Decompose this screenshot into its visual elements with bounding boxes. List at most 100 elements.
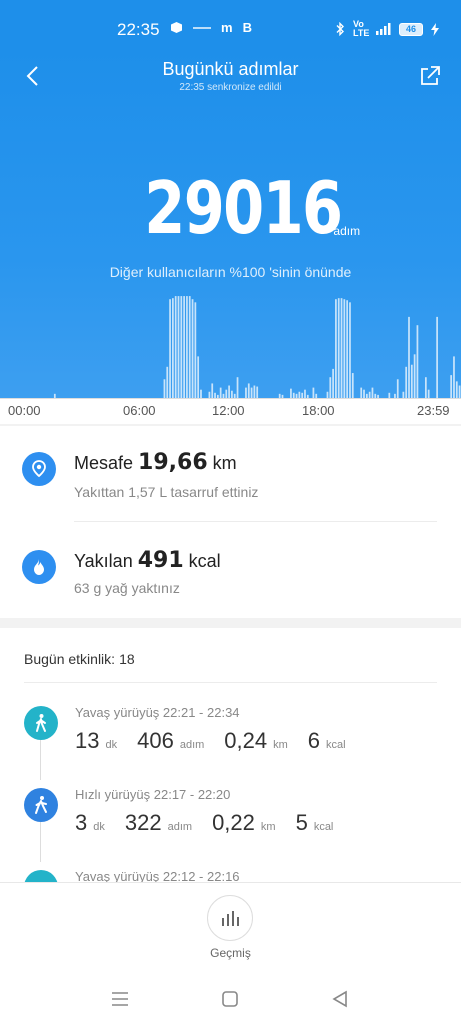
chart-bar (253, 385, 256, 398)
share-icon[interactable] (419, 65, 441, 87)
activity-count-value: 18 (119, 651, 135, 667)
chart-bar (163, 379, 166, 398)
chart-bar (343, 299, 346, 398)
chart-bar (174, 296, 177, 398)
history-label[interactable]: Geçmiş (0, 946, 461, 960)
section-separator (0, 618, 461, 628)
distance-number: 19,66 (138, 450, 208, 475)
activity-item[interactable]: Yavaş yürüyüş 22:12 - 22:16 (0, 864, 461, 882)
chart-bar (453, 356, 455, 398)
chart-bar (455, 381, 458, 398)
chart-bar (450, 375, 453, 398)
volte-icon: Vo LTE (353, 19, 370, 38)
menu-icon[interactable] (108, 987, 132, 1011)
chart-bar (427, 389, 430, 398)
axis-label: 12:00 (212, 403, 245, 418)
status-bar: 22:35 m B Vo LTE 46 (0, 0, 461, 48)
calories-unit: kcal (188, 551, 221, 571)
chart-bar (219, 387, 222, 398)
chart-bar (180, 296, 183, 398)
distance-value: Mesafe 19,66 km (74, 450, 237, 475)
distance-value: 0,24 (224, 728, 268, 753)
chart-bar (424, 377, 427, 398)
chart-bar (360, 387, 363, 398)
chart-bar (405, 366, 408, 398)
chart-bar (172, 298, 174, 398)
calories-value: 6 (307, 728, 321, 753)
flame-icon (22, 550, 56, 584)
calories-unit: kcal (313, 821, 334, 833)
calories-value: 5 (295, 810, 308, 835)
calories-row[interactable]: Yakılan 491 kcal 63 g yağ yaktınız (0, 522, 461, 618)
bluetooth-icon (336, 22, 344, 36)
distance-row[interactable]: Mesafe 19,66 km Yakıttan 1,57 L tasarruf… (0, 426, 461, 522)
chart-bar (416, 325, 419, 398)
activity-item[interactable]: Yavaş yürüyüş 22:21 - 22:34 13 dk 406 adım… (0, 700, 461, 782)
chart-bar (410, 364, 413, 398)
chart-bar (458, 385, 461, 398)
walk-icon (24, 870, 58, 882)
chart-bar (169, 299, 171, 398)
fast-walk-icon (24, 788, 58, 822)
chart-bar (413, 354, 416, 398)
chart-bar (225, 389, 228, 398)
divider (24, 682, 437, 683)
step-count: 29016adım (0, 166, 461, 250)
chart-bar (183, 296, 185, 398)
back-nav-icon[interactable] (328, 987, 352, 1011)
history-chart-icon (222, 911, 239, 926)
steps-unit: adım (179, 739, 205, 751)
axis-label: 00:00 (8, 403, 41, 418)
chart-bar (186, 296, 188, 398)
status-time: 22:35 (117, 20, 160, 39)
chart-bar (346, 300, 349, 398)
duration-unit: dk (93, 821, 105, 833)
chart-bar (396, 379, 399, 398)
steps-bar-chart (53, 296, 461, 398)
activity-title: Yavaş yürüyüş 22:21 - 22:34 (75, 705, 240, 720)
steps-value: 406 (137, 728, 174, 753)
chart-bar (200, 389, 202, 398)
chart-bar (194, 302, 197, 398)
chart-bar (231, 390, 233, 398)
activity-title: Yavaş yürüyüş 22:12 - 22:16 (75, 869, 240, 882)
chart-bar (436, 316, 438, 398)
chart-bar (363, 389, 365, 398)
chart-bar (228, 385, 230, 398)
activity-count: Bugün etkinlik: 18 (24, 651, 135, 667)
package-icon (171, 22, 182, 33)
chart-bar (332, 368, 334, 398)
calories-value: Yakılan 491 kcal (74, 548, 221, 573)
chart-bar (337, 298, 340, 398)
chart-bar (335, 299, 337, 398)
calories-label: Yakılan (74, 551, 133, 571)
system-nav-bar (0, 977, 461, 1024)
ranking-caption: Diğer kullanıcıların %100 'sinin önünde (109, 264, 352, 280)
duration-value: 3 (75, 810, 88, 835)
axis-label: 23:59 (417, 403, 450, 418)
axis-label: 06:00 (123, 403, 156, 418)
chart-bar (304, 389, 306, 398)
chart-bar (247, 383, 250, 398)
activity-item[interactable]: Hızlı yürüyüş 22:17 - 22:20 3 dk 322 adım … (0, 782, 461, 864)
activity-title: Hızlı yürüyüş 22:17 - 22:20 (75, 787, 231, 802)
fat-burned-text: 63 g yağ yaktınız (74, 580, 180, 596)
axis-label: 18:00 (302, 403, 335, 418)
duration-value: 13 (75, 728, 100, 753)
chart-bar (250, 387, 253, 398)
activity-values: 3 dk 322 adım 0,22 km 5 kcal (75, 810, 353, 836)
page-title: Bugünkü adımlar (162, 59, 299, 79)
distance-label: Mesafe (74, 453, 134, 473)
app-root: 22:35 m B Vo LTE 46 Bugünkü adımlar 22:3… (0, 0, 461, 1024)
battery-icon: 46 (399, 22, 423, 36)
status-system-icons: Vo LTE 46 (336, 20, 439, 38)
steps-header: Bugünkü adımlar 22:35 senkronize edildi … (0, 48, 461, 398)
history-button[interactable] (207, 895, 253, 941)
home-icon[interactable] (218, 987, 242, 1011)
steps-value: 29016 (144, 166, 343, 250)
chart-bar (349, 302, 351, 398)
chart-bar (197, 356, 200, 398)
b-icon: B (242, 20, 252, 35)
m-icon: m (221, 20, 233, 35)
bottom-bar: Geçmiş (0, 882, 461, 977)
